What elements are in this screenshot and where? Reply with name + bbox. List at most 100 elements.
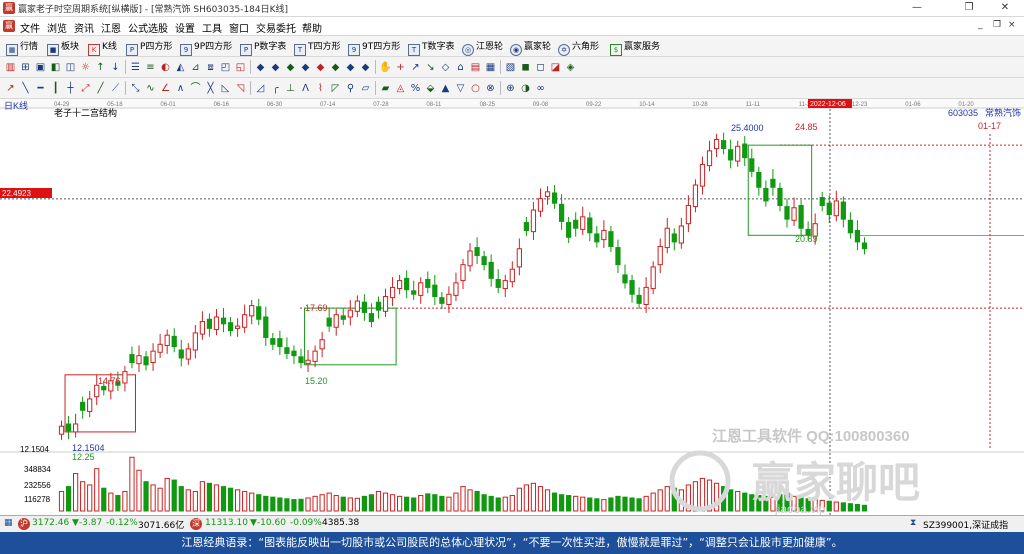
draw-tool-15-icon[interactable]: ◹ (234, 82, 247, 95)
period-tool-27-icon[interactable]: ↘ (424, 61, 437, 74)
period-tool-11-icon[interactable]: ◭ (174, 61, 187, 74)
period-tool-33-icon[interactable]: ◼ (519, 61, 532, 74)
period-tool-14-icon[interactable]: ◰ (219, 61, 232, 74)
quote-button[interactable]: ▦ 行情 (6, 39, 38, 56)
period-tool-18-icon[interactable]: ◆ (284, 61, 297, 74)
period-tool-13-icon[interactable]: ⧈ (204, 61, 217, 74)
minimize-button[interactable]: — (902, 0, 932, 16)
period-tool-7-icon[interactable]: ↓ (109, 61, 122, 74)
menu-window[interactable]: 窗口 (229, 20, 249, 35)
period-tool-10-icon[interactable]: ◐ (159, 61, 172, 74)
draw-tool-26-icon[interactable]: % (409, 82, 422, 95)
service-button[interactable]: $ 赢家服务 (610, 39, 660, 56)
draw-tool-2-icon[interactable]: ━ (34, 82, 47, 95)
period-tool-5-icon[interactable]: ☼ (79, 61, 92, 74)
draw-tool-9-icon[interactable]: ∿ (144, 82, 157, 95)
draw-tool-31-icon[interactable]: ⊗ (484, 82, 497, 95)
draw-tool-32-icon[interactable]: ⊕ (504, 82, 517, 95)
period-tool-12-icon[interactable]: ⊿ (189, 61, 202, 74)
mdi-close-button[interactable]: × (1008, 20, 1016, 30)
draw-tool-3-icon[interactable]: ┃ (49, 82, 62, 95)
draw-tool-23-icon[interactable]: ▱ (359, 82, 372, 95)
draw-tool-6-icon[interactable]: ╱ (94, 82, 107, 95)
t-table-button[interactable]: T T数字表 (408, 39, 455, 56)
sector-button[interactable]: ■ 板块 (47, 39, 79, 56)
draw-tool-11-icon[interactable]: ∧ (174, 82, 187, 95)
menu-help[interactable]: 帮助 (302, 20, 322, 35)
period-tool-1-icon[interactable]: ⊞ (19, 61, 32, 74)
draw-tool-33-icon[interactable]: ◑ (519, 82, 532, 95)
period-tool-3-icon[interactable]: ◧ (49, 61, 62, 74)
draw-tool-16-icon[interactable]: ◿ (254, 82, 267, 95)
menu-browse[interactable]: 浏览 (47, 20, 67, 35)
close-button[interactable]: ✕ (990, 0, 1020, 16)
draw-tool-5-icon[interactable]: ⤢ (79, 82, 92, 95)
9t-square-button[interactable]: 9 9T四方形 (348, 39, 400, 56)
period-tool-36-icon[interactable]: ◈ (564, 61, 577, 74)
gann-wheel-button[interactable]: ◎ 江恩轮 (462, 39, 503, 56)
kline-chart[interactable]: 04-29 05-18 06-01 06-16 06-30 07-14 07-28 08-11… (0, 99, 1024, 516)
draw-tool-0-icon[interactable]: ↗ (4, 82, 17, 95)
draw-tool-30-icon[interactable]: ○ (469, 82, 482, 95)
menu-tools[interactable]: 工具 (202, 20, 222, 35)
draw-tool-21-icon[interactable]: ◸ (329, 82, 342, 95)
draw-tool-29-icon[interactable]: ▽ (454, 82, 467, 95)
period-tool-15-icon[interactable]: ◱ (234, 61, 247, 74)
p-table-button[interactable]: P P数字表 (240, 39, 286, 56)
draw-tool-19-icon[interactable]: Λ (299, 82, 312, 95)
draw-tool-14-icon[interactable]: ◺ (219, 82, 232, 95)
winner-wheel-button[interactable]: ◉ 赢家轮 (510, 39, 551, 56)
period-tool-20-icon[interactable]: ◆ (314, 61, 327, 74)
period-tool-21-icon[interactable]: ◆ (329, 61, 342, 74)
period-tool-4-icon[interactable]: ◫ (64, 61, 77, 74)
9p-square-button[interactable]: 9 9P四方形 (180, 39, 232, 56)
period-tool-31-icon[interactable]: ▦ (484, 61, 497, 74)
period-tool-2-icon[interactable]: ▣ (34, 61, 47, 74)
period-tool-30-icon[interactable]: ▤ (469, 61, 482, 74)
menu-formula[interactable]: 公式选股 (128, 20, 168, 35)
draw-tool-7-icon[interactable]: ⟋ (109, 82, 122, 95)
menu-gann[interactable]: 江恩 (101, 20, 121, 35)
period-tool-23-icon[interactable]: ◆ (359, 61, 372, 74)
mdi-minimize-button[interactable]: _ (978, 20, 983, 30)
t-square-button[interactable]: T T四方形 (294, 39, 341, 56)
draw-tool-17-icon[interactable]: ╭ (269, 82, 282, 95)
period-tool-17-icon[interactable]: ◆ (269, 61, 282, 74)
draw-tool-22-icon[interactable]: ⚲ (344, 82, 357, 95)
draw-tool-12-icon[interactable]: ⌒ (189, 82, 202, 95)
menu-file[interactable]: 文件 (20, 20, 40, 35)
period-tool-25-icon[interactable]: + (394, 61, 407, 74)
menu-info[interactable]: 资讯 (74, 20, 94, 35)
draw-tool-25-icon[interactable]: ◬ (394, 82, 407, 95)
draw-tool-28-icon[interactable]: ▲ (439, 82, 452, 95)
period-tool-35-icon[interactable]: ◪ (549, 61, 562, 74)
kline-button[interactable]: K K线 (88, 39, 117, 56)
draw-tool-10-icon[interactable]: ∠ (159, 82, 172, 95)
period-tool-16-icon[interactable]: ◆ (254, 61, 267, 74)
period-tool-6-icon[interactable]: ↑ (94, 61, 107, 74)
draw-tool-1-icon[interactable]: ╲ (19, 82, 32, 95)
draw-tool-27-icon[interactable]: ⬙ (424, 82, 437, 95)
period-tool-0-icon[interactable]: ▥ (4, 61, 17, 74)
p-square-button[interactable]: P P四方形 (126, 39, 172, 56)
menu-trade[interactable]: 交易委托 (256, 20, 296, 35)
period-tool-29-icon[interactable]: ⌂ (454, 61, 467, 74)
hexagon-button[interactable]: ✡ 六角形 (558, 39, 599, 56)
draw-tool-18-icon[interactable]: ⊥ (284, 82, 297, 95)
draw-tool-4-icon[interactable]: ┼ (64, 82, 77, 95)
period-tool-19-icon[interactable]: ◆ (299, 61, 312, 74)
period-tool-22-icon[interactable]: ◆ (344, 61, 357, 74)
menu-settings[interactable]: 设置 (175, 20, 195, 35)
draw-tool-13-icon[interactable]: ╳ (204, 82, 217, 95)
draw-tool-8-icon[interactable]: ⤡ (129, 82, 142, 95)
status-grid-icon[interactable]: ▦ (4, 518, 13, 528)
period-tool-26-icon[interactable]: ↗ (409, 61, 422, 74)
draw-tool-20-icon[interactable]: ⌇ (314, 82, 327, 95)
period-tool-9-icon[interactable]: ≡ (144, 61, 157, 74)
draw-tool-34-icon[interactable]: ∞ (534, 82, 547, 95)
draw-tool-24-icon[interactable]: ▰ (379, 82, 392, 95)
period-tool-32-icon[interactable]: ▧ (504, 61, 517, 74)
period-tool-8-icon[interactable]: ☰ (129, 61, 142, 74)
period-tool-24-icon[interactable]: ✋ (379, 61, 392, 74)
period-tool-28-icon[interactable]: ◇ (439, 61, 452, 74)
